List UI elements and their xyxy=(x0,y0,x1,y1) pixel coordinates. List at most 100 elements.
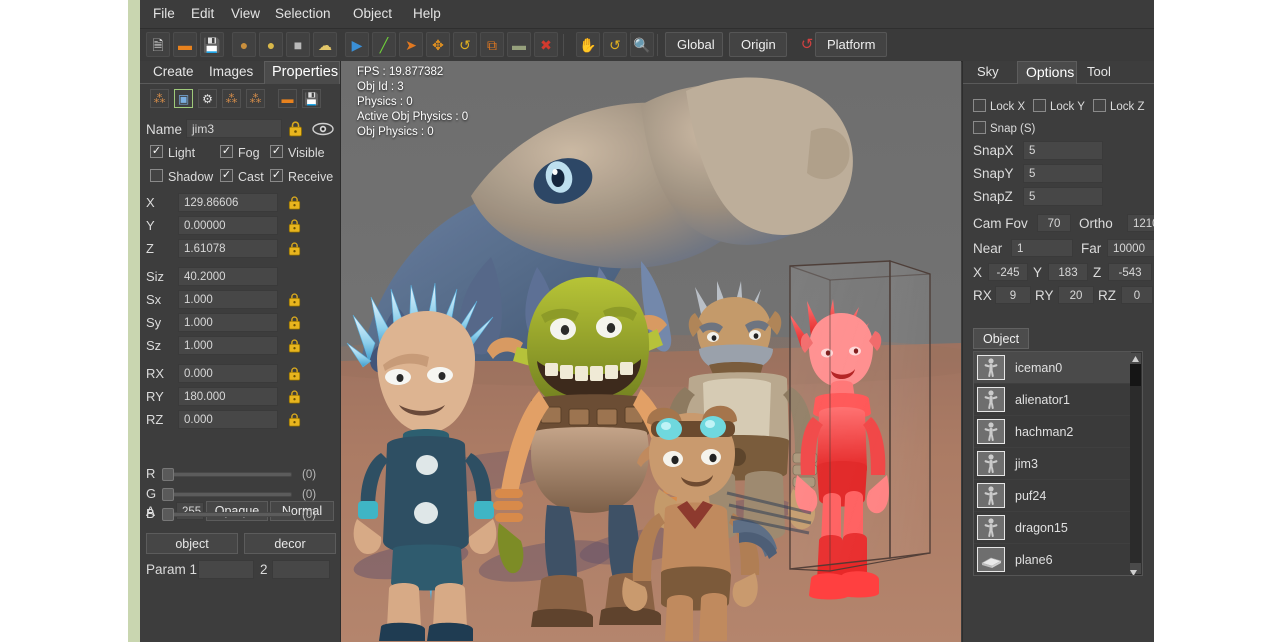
tab-tool[interactable]: Tool xyxy=(1079,61,1123,83)
effects-b-icon[interactable]: ⁂ xyxy=(246,89,265,108)
camera-icon[interactable]: ■ xyxy=(286,32,310,57)
red-slider-thumb[interactable] xyxy=(162,468,174,481)
tab-sky[interactable]: Sky xyxy=(969,61,1015,83)
list-item[interactable]: alienator1 xyxy=(974,384,1131,416)
snap-y-field[interactable]: 5 xyxy=(1023,164,1103,183)
list-item[interactable]: dragon15 xyxy=(974,512,1131,544)
pan-hand-icon[interactable]: ✋ xyxy=(576,32,600,57)
sz-lock-icon[interactable] xyxy=(288,339,301,353)
light-icon[interactable]: ╱ xyxy=(372,32,396,57)
menu-item-selection[interactable]: Selection xyxy=(266,0,340,28)
object-list-scrollbar[interactable] xyxy=(1130,353,1141,575)
size-input[interactable]: 40.2000 xyxy=(178,267,278,286)
rotate-icon[interactable]: ↺ xyxy=(453,32,477,57)
object-button[interactable]: object xyxy=(146,533,238,554)
light-checkbox[interactable]: ✓ xyxy=(150,145,163,158)
pos-x-input[interactable]: 129.86606 xyxy=(178,193,278,212)
rz-input[interactable]: 0.000 xyxy=(178,410,278,429)
scroll-up-arrow-icon[interactable] xyxy=(1130,353,1141,364)
list-item[interactable]: iceman0 xyxy=(974,352,1131,384)
texture-icon[interactable]: ▣ xyxy=(174,89,193,108)
play-icon[interactable]: ▶ xyxy=(345,32,369,57)
list-item[interactable]: hachman2 xyxy=(974,416,1131,448)
green-slider-track[interactable] xyxy=(162,492,292,497)
new-file-icon[interactable]: 🗎 xyxy=(146,32,170,57)
global-button[interactable]: Global xyxy=(665,32,723,57)
rx-input[interactable]: 0.000 xyxy=(178,364,278,383)
name-input[interactable]: jim3 xyxy=(186,119,282,138)
list-item[interactable]: plane6 xyxy=(974,544,1131,575)
object-list-tab[interactable]: Object xyxy=(973,328,1030,349)
menu-item-object[interactable]: Object xyxy=(344,0,401,28)
particles-icon[interactable]: ⁂ xyxy=(150,89,169,108)
platform-button[interactable]: Platform xyxy=(815,32,887,57)
tab-images[interactable]: Images xyxy=(202,61,262,83)
name-lock-icon[interactable] xyxy=(288,121,303,137)
menu-item-help[interactable]: Help xyxy=(404,0,450,28)
cam-ry-field[interactable]: 20 xyxy=(1058,286,1094,304)
lock-y-checkbox[interactable] xyxy=(1033,99,1046,112)
pos-y-input[interactable]: 0.00000 xyxy=(178,216,278,235)
visible-checkbox[interactable]: ✓ xyxy=(270,145,283,158)
ry-input[interactable]: 180.000 xyxy=(178,387,278,406)
menu-item-edit[interactable]: Edit xyxy=(182,0,223,28)
near-field[interactable]: 1 xyxy=(1011,239,1073,257)
object-list[interactable]: iceman0 alienator1 hachman2 jim3 puf24 dragon… xyxy=(973,351,1143,576)
ortho-field[interactable]: 1210 xyxy=(1127,214,1154,232)
save-prop-icon[interactable]: 💾 xyxy=(302,89,321,108)
red-slider-track[interactable] xyxy=(162,472,292,477)
open-folder-icon[interactable]: ▬ xyxy=(173,32,197,57)
opaque-button[interactable]: Opaque xyxy=(206,501,268,521)
snap-x-field[interactable]: 5 xyxy=(1023,141,1103,160)
snap-checkbox[interactable] xyxy=(973,121,986,134)
delete-icon[interactable]: ✖ xyxy=(534,32,558,57)
list-item[interactable]: jim3 xyxy=(974,448,1131,480)
lock-z-checkbox[interactable] xyxy=(1093,99,1106,112)
blue-slider-thumb[interactable] xyxy=(162,508,174,521)
sy-lock-icon[interactable] xyxy=(288,316,301,330)
blue-slider-track[interactable] xyxy=(162,512,292,517)
character-icon[interactable]: ● xyxy=(232,32,256,57)
sx-input[interactable]: 1.000 xyxy=(178,290,278,309)
list-item[interactable]: puf24 xyxy=(974,480,1131,512)
decor-button[interactable]: decor xyxy=(244,533,336,554)
orbit-icon[interactable]: ↺ xyxy=(603,32,627,57)
folder-icon[interactable]: ▬ xyxy=(278,89,297,108)
duplicate-icon[interactable]: ⧉ xyxy=(480,32,504,57)
save-icon[interactable]: 💾 xyxy=(200,32,224,57)
menu-item-view[interactable]: View xyxy=(222,0,269,28)
menu-item-file[interactable]: File xyxy=(144,0,184,28)
cloud-icon[interactable]: ☁ xyxy=(313,32,337,57)
green-slider-thumb[interactable] xyxy=(162,488,174,501)
snap-z-field[interactable]: 5 xyxy=(1023,187,1103,206)
tab-create[interactable]: Create xyxy=(146,61,200,83)
origin-button[interactable]: Origin xyxy=(729,32,787,57)
fog-checkbox[interactable]: ✓ xyxy=(220,145,233,158)
object-list-scroll-thumb[interactable] xyxy=(1130,364,1141,386)
sphere-icon[interactable]: ● xyxy=(259,32,283,57)
alpha-value-field[interactable]: 255 xyxy=(176,502,204,520)
cam-z-field[interactable]: -543 xyxy=(1108,263,1152,281)
effects-a-icon[interactable]: ⁂ xyxy=(222,89,241,108)
select-arrow-icon[interactable]: ➤ xyxy=(399,32,423,57)
sy-input[interactable]: 1.000 xyxy=(178,313,278,332)
sx-lock-icon[interactable] xyxy=(288,293,301,307)
receive-checkbox[interactable]: ✓ xyxy=(270,169,283,182)
gear-icon[interactable]: ⚙ xyxy=(198,89,217,108)
rx-lock-icon[interactable] xyxy=(288,367,301,381)
pos-z-lock-icon[interactable] xyxy=(288,242,301,256)
visibility-eye-icon[interactable] xyxy=(312,122,334,136)
move-icon[interactable]: ✥ xyxy=(426,32,450,57)
pos-x-lock-icon[interactable] xyxy=(288,196,301,210)
pos-z-input[interactable]: 1.61078 xyxy=(178,239,278,258)
shadow-checkbox[interactable] xyxy=(150,169,163,182)
cast-checkbox[interactable]: ✓ xyxy=(220,169,233,182)
param-2-input[interactable] xyxy=(272,560,330,579)
cam-rz-field[interactable]: 0 xyxy=(1121,286,1153,304)
sz-input[interactable]: 1.000 xyxy=(178,336,278,355)
cam-rx-field[interactable]: 9 xyxy=(995,286,1031,304)
param-1-input[interactable] xyxy=(198,560,254,579)
tab-properties[interactable]: Properties xyxy=(264,61,340,84)
rz-lock-icon[interactable] xyxy=(288,413,301,427)
zoom-icon[interactable]: 🔍 xyxy=(630,32,654,57)
